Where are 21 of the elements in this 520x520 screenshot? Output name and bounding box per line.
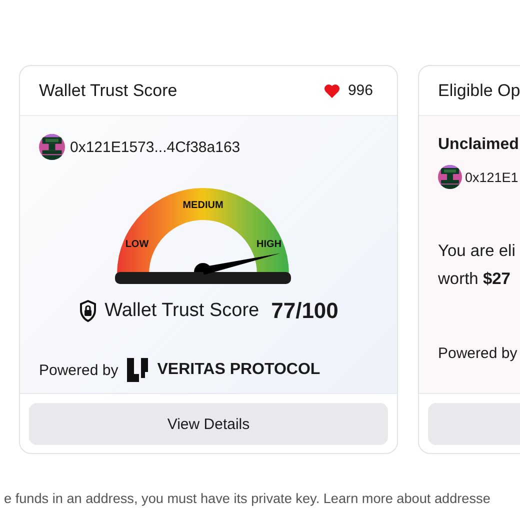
shield-lock-icon xyxy=(78,300,97,322)
like-count: 996 xyxy=(348,82,373,99)
card-title: Eligible Op xyxy=(438,80,520,100)
eligibility-message: You are eli worth $27 xyxy=(438,241,516,290)
view-details-button[interactable]: View Details xyxy=(29,403,388,445)
heart-icon xyxy=(324,84,340,98)
card-heading: Unclaimed xyxy=(438,135,520,155)
gauge-label: MEDIUM xyxy=(182,200,223,211)
score-label: Wallet Trust Score xyxy=(104,300,260,322)
gauge-label: LOW xyxy=(124,239,148,250)
avatar-icon xyxy=(39,134,65,160)
brand-name: VERITAS PROTOCOL xyxy=(157,361,320,379)
gauge-label: HIGH xyxy=(256,239,281,250)
avatar-icon xyxy=(438,165,462,189)
footer-note: e funds in an address, you must have its private key. Learn more about addresse xyxy=(3,491,490,506)
wallet-address: 0x121E1573...4Cf38a163 xyxy=(70,138,240,156)
powered-by-label: Powered by xyxy=(438,345,518,362)
score-value: 77/100 xyxy=(271,298,338,324)
card-title: Wallet Trust Score xyxy=(39,80,178,100)
wallet-address: 0x121E1 xyxy=(465,170,518,184)
powered-by-label: Powered by xyxy=(39,362,118,378)
